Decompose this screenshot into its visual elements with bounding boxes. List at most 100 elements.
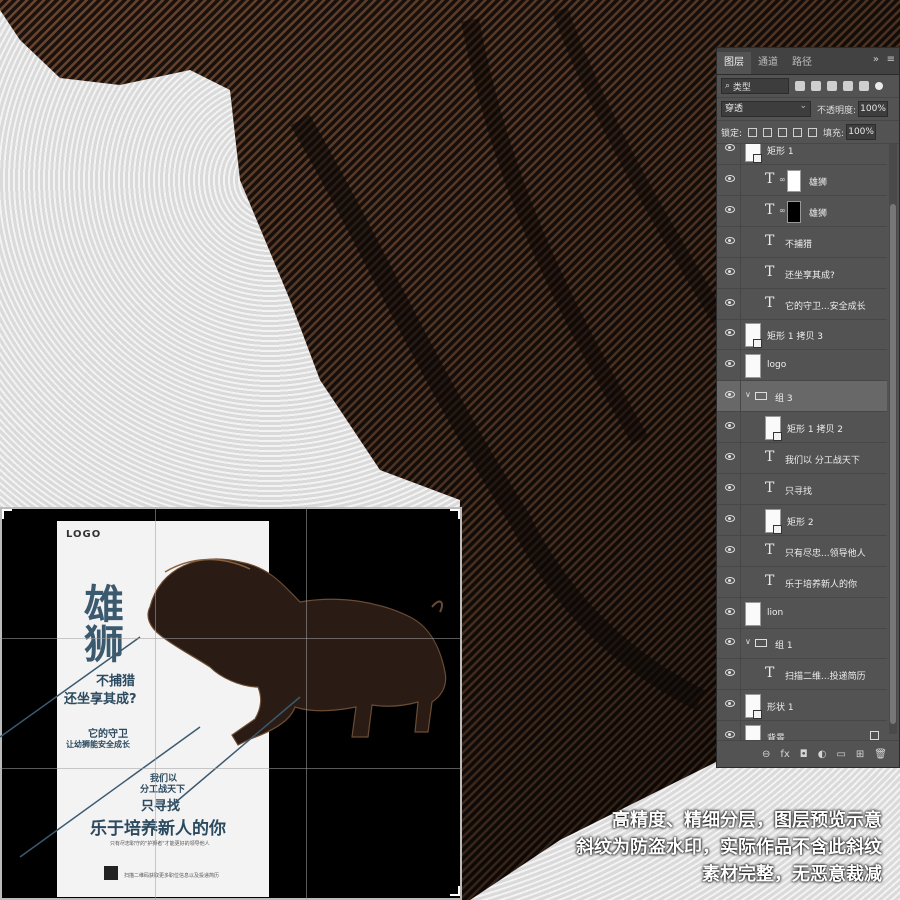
visibility-eye-icon[interactable] [725,422,735,430]
layer-thumbnail [745,323,762,349]
layer-row[interactable]: T 只寻找 [717,473,887,505]
crop-handle-bottom-right[interactable] [450,886,460,896]
type-layer-icon: T [765,541,775,558]
panel-collapse-icon[interactable]: » [873,54,879,65]
visibility-eye-icon[interactable] [725,298,735,306]
layer-row[interactable]: T 还坐享其成? [717,257,887,289]
layer-row[interactable]: 矩形 2 [717,504,887,536]
layer-row[interactable]: T 我们以 分工战天下 [717,443,887,474]
layer-name: 形状 1 [767,703,794,714]
layer-row[interactable]: logo [717,350,887,382]
mask-icon[interactable]: ◘ [800,749,808,760]
group-expand-icon[interactable]: ∨ [745,390,751,399]
filter-adjustment-icon[interactable] [811,81,821,91]
filter-pixel-icon[interactable] [795,81,805,91]
group-expand-icon[interactable]: ∨ [745,637,751,646]
layer-name: 矩形 2 [787,517,814,528]
fill-input[interactable]: 100% [846,124,877,140]
layer-row[interactable]: ∨ 组 1 [717,628,887,660]
visibility-eye-icon[interactable] [725,576,735,584]
visibility-eye-icon[interactable] [725,700,735,708]
type-layer-icon: T [765,201,775,218]
tab-layers[interactable]: 图层 [717,52,751,74]
visibility-eye-icon[interactable] [725,391,735,399]
opacity-input[interactable]: 100% [858,101,889,117]
poster-diagonal-line-3 [169,696,301,808]
layer-row[interactable]: T 不捕猎 [717,226,887,258]
adjustment-icon[interactable]: ◐ [818,749,827,760]
layer-filter-select[interactable]: ⌕ 类型 [721,78,789,94]
filter-smart-object-icon[interactable] [859,81,869,91]
visibility-eye-icon[interactable] [725,174,735,182]
fx-icon[interactable]: fx [780,749,789,760]
visibility-eye-icon[interactable] [725,267,735,275]
layer-row[interactable]: 背景 [717,721,887,741]
visibility-eye-icon[interactable] [725,453,735,460]
layer-name: 雄狮 [809,208,828,219]
folder-icon [755,639,767,648]
lock-artboard-icon[interactable] [793,127,803,137]
row-divider [740,597,741,628]
visibility-eye-icon[interactable] [725,360,735,368]
visibility-eye-icon[interactable] [725,236,735,244]
filter-type-icon[interactable] [827,81,837,91]
blend-mode-select[interactable]: 穿透 [721,99,811,117]
lock-transparent-icon[interactable] [748,127,758,137]
layer-row[interactable]: 矩形 1 [717,144,887,165]
visibility-eye-icon[interactable] [725,329,735,337]
layer-mask-thumbnail[interactable] [787,169,801,192]
layer-mask-thumbnail[interactable] [787,200,801,223]
visibility-eye-icon[interactable] [725,514,735,522]
folder-icon[interactable]: ▭ [836,749,845,760]
visibility-eye-icon[interactable] [725,731,735,739]
visibility-eye-icon[interactable] [725,483,735,491]
layer-row[interactable]: T ∞ 雄狮 [717,195,887,227]
panel-menu-icon[interactable]: ≡ [887,54,895,65]
mask-link-icon[interactable]: ∞ [779,206,786,215]
scroll-thumb[interactable] [890,204,896,724]
row-divider [740,319,741,350]
layer-row[interactable]: T 只有尽忠...领导他人 [717,535,887,567]
layer-row[interactable]: ∨ 组 3 [717,381,887,413]
type-layer-icon: T [765,665,775,682]
layer-thumbnail [745,725,761,741]
lock-label: 锁定: [721,128,743,139]
crop-handle-top-left[interactable] [2,509,12,519]
type-layer-icon: T [765,170,775,187]
crop-handle-top-right[interactable] [450,509,460,519]
visibility-eye-icon[interactable] [725,669,735,677]
layer-row[interactable]: 矩形 1 拷贝 2 [717,412,887,444]
filter-toggle-icon[interactable] [875,82,883,90]
layer-name: 还坐享其成? [785,270,835,281]
visibility-eye-icon[interactable] [725,638,735,646]
tab-channels[interactable]: 通道 [751,52,785,74]
visibility-eye-icon[interactable] [725,144,735,151]
row-divider [740,473,741,504]
mask-link-icon[interactable]: ∞ [779,175,786,184]
layer-row[interactable]: T 扫描二维...投递简历 [717,659,887,691]
visibility-eye-icon[interactable] [725,205,735,213]
trash-icon[interactable]: 🗑 [874,749,887,760]
link-icon[interactable]: ⊖ [762,749,770,760]
lock-image-icon[interactable] [763,127,773,137]
visibility-eye-icon[interactable] [725,545,735,553]
visibility-eye-icon[interactable] [725,607,735,615]
layer-row[interactable]: lion [717,597,887,629]
lock-all-icon[interactable] [808,127,818,137]
row-divider [740,350,741,381]
layer-row[interactable]: 形状 1 [717,690,887,722]
row-divider [740,257,741,288]
layer-row[interactable]: 矩形 1 拷贝 3 [717,319,887,351]
layer-name: 矩形 1 [767,147,794,157]
layer-list-scrollbar[interactable] [889,144,897,734]
new-layer-icon[interactable]: ⊞ [856,749,864,760]
layer-row[interactable]: T 乐于培养新人的你 [717,566,887,598]
layer-row[interactable]: T ∞ 雄狮 [717,164,887,196]
crop-grid-h1 [0,638,462,639]
layer-row[interactable]: T 它的守卫...安全成长 [717,288,887,320]
poster-diagonal-line-1 [0,636,141,738]
tab-paths[interactable]: 路径 [785,52,819,74]
lock-position-icon[interactable] [778,127,788,137]
layer-name: 扫描二维...投递简历 [785,672,866,683]
filter-shape-icon[interactable] [843,81,853,91]
